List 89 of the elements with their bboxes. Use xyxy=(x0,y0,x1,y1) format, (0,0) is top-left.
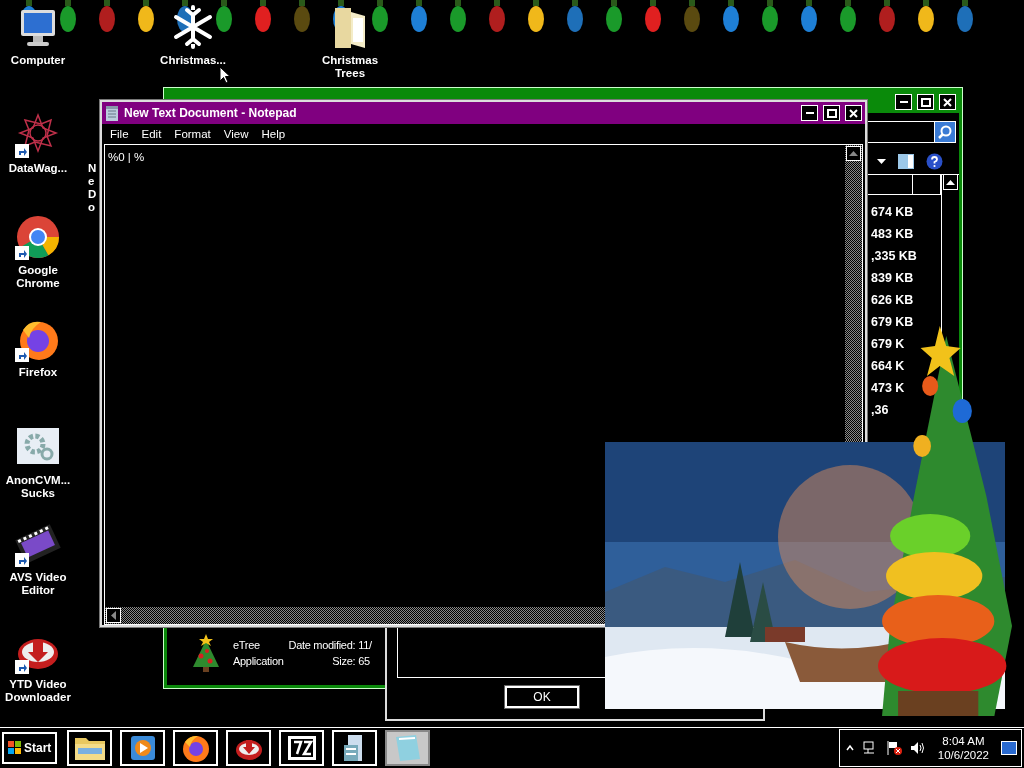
light-bulb-icon xyxy=(371,0,389,33)
file-size: 839 KB xyxy=(870,270,915,287)
menu-item[interactable]: Format xyxy=(174,128,211,140)
light-bulb-icon xyxy=(605,0,623,33)
light-bulb-icon xyxy=(722,0,740,33)
menu-item[interactable]: View xyxy=(223,128,249,140)
ok-button[interactable]: OK xyxy=(505,686,579,708)
mouse-cursor-icon xyxy=(219,66,231,84)
help-icon[interactable] xyxy=(926,153,943,170)
menu-item[interactable]: Help xyxy=(261,128,286,140)
notepad-icon xyxy=(105,105,119,121)
maximize-icon xyxy=(920,97,931,107)
close-icon xyxy=(943,97,952,107)
maximize-button[interactable] xyxy=(823,105,840,121)
light-bulb-icon xyxy=(644,0,662,33)
document-text: %0 | % xyxy=(108,151,145,163)
date-text: 10/6/2022 xyxy=(937,749,989,761)
search-field[interactable] xyxy=(867,121,934,143)
icon-label[interactable]: AVS Video Editor xyxy=(0,571,76,597)
light-bulb-icon xyxy=(98,0,116,33)
light-bulb-icon xyxy=(488,0,506,33)
light-bulb-icon xyxy=(761,0,779,33)
icon-label: Ne Do xyxy=(88,162,98,214)
light-bulb-icon xyxy=(800,0,818,33)
show-desktop-icon[interactable] xyxy=(1001,741,1017,755)
search-button[interactable] xyxy=(934,121,956,143)
maximize-button[interactable] xyxy=(917,94,934,110)
icon-label[interactable]: YTD Video Downloader xyxy=(0,678,76,704)
minimize-button[interactable] xyxy=(895,94,912,110)
light-bulb-icon xyxy=(527,0,545,33)
icon-label[interactable]: Christmas Trees xyxy=(312,54,388,80)
icon-label[interactable]: AnonCVM... Sucks xyxy=(0,474,76,500)
icon-label[interactable]: Computer xyxy=(10,54,66,67)
menu-item[interactable]: File xyxy=(110,128,129,140)
light-bulb-icon xyxy=(683,0,701,33)
icon-label[interactable]: DataWag... xyxy=(8,162,68,175)
taskbar-button[interactable] xyxy=(385,730,431,766)
start-button[interactable]: Start xyxy=(2,732,58,764)
speaker-icon[interactable] xyxy=(909,741,926,755)
christmas-tree-icon xyxy=(191,633,221,672)
dropdown-arrow-icon[interactable] xyxy=(877,159,886,164)
browser-icon xyxy=(15,214,61,260)
file-name: eTree xyxy=(233,638,261,651)
fox-globe-icon xyxy=(180,733,211,763)
maximize-icon xyxy=(826,108,837,118)
light-bulb-icon xyxy=(137,0,155,33)
file-size: 679 KB xyxy=(870,314,915,331)
scroll-up-icon[interactable] xyxy=(849,151,858,156)
detail-label: Date modified: xyxy=(287,638,356,651)
icon-label[interactable]: Google Chrome xyxy=(0,264,76,290)
file-size: ,335 KB xyxy=(870,248,918,265)
light-bulb-icon xyxy=(956,0,974,33)
close-icon xyxy=(849,108,858,118)
file-size: 626 KB xyxy=(870,292,915,309)
menu-item[interactable]: Edit xyxy=(141,128,162,140)
detail-value: 11/ xyxy=(358,638,372,651)
icon-label[interactable]: Firefox xyxy=(18,366,58,379)
light-bulb-icon xyxy=(59,0,77,33)
clock[interactable]: 8:04 AM 10/6/2022 xyxy=(937,735,989,761)
light-bulb-icon xyxy=(878,0,896,33)
scrollbar[interactable] xyxy=(941,175,959,315)
icon-label[interactable]: Christmas... xyxy=(160,54,226,67)
light-bulb-icon xyxy=(215,0,233,33)
minimize-button[interactable] xyxy=(801,105,818,121)
file-size: 674 KB xyxy=(870,204,915,221)
light-bulb-icon xyxy=(839,0,857,33)
close-button[interactable] xyxy=(845,105,862,121)
windows-logo-icon xyxy=(8,741,22,755)
light-bulb-icon xyxy=(254,0,272,33)
file-size: 483 KB xyxy=(870,226,915,243)
light-bulb-icon xyxy=(566,0,584,33)
minimize-icon xyxy=(899,101,908,103)
detail-label: Size: xyxy=(331,654,356,667)
archive-icon xyxy=(286,735,317,761)
scroll-left-icon[interactable] xyxy=(111,611,116,620)
chevron-up-icon[interactable] xyxy=(845,744,854,752)
scrollbar[interactable] xyxy=(845,145,862,440)
light-bulb-icon xyxy=(293,0,311,33)
flag-icon[interactable] xyxy=(885,740,902,756)
light-bulb-icon xyxy=(410,0,428,33)
scroll-up-icon[interactable] xyxy=(946,179,955,185)
time-text: 8:04 AM xyxy=(942,735,985,747)
detail-value: 65 xyxy=(358,654,371,667)
light-bulb-icon xyxy=(449,0,467,33)
window-title: New Text Document - Notepad xyxy=(124,106,298,120)
light-bulb-icon xyxy=(917,0,935,33)
close-button[interactable] xyxy=(939,94,956,110)
media-player-icon xyxy=(128,734,157,762)
file-type: Application xyxy=(233,654,284,667)
